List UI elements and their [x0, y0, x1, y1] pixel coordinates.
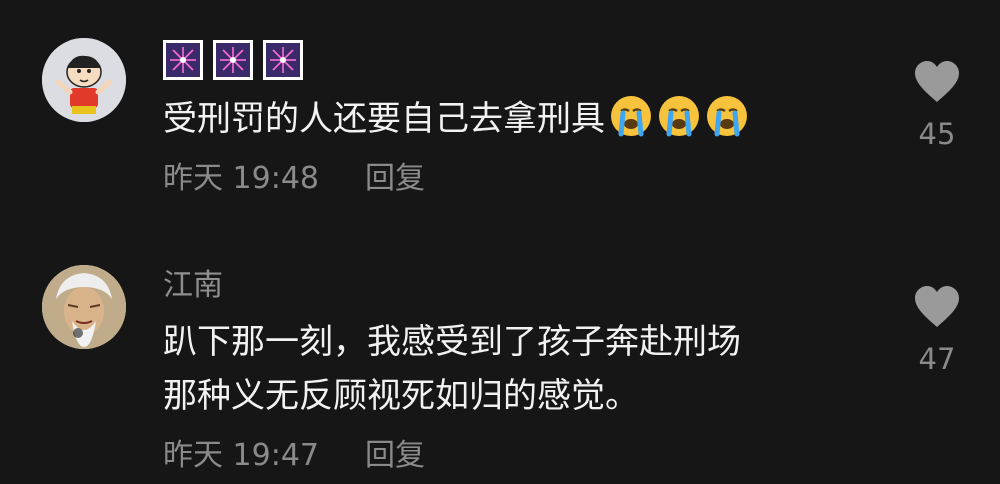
heart-icon [915, 286, 959, 327]
avatar[interactable] [42, 265, 126, 349]
comment-meta: 昨天 19:47 回复 [163, 438, 425, 474]
comment-text: 趴下那一刻，我感受到了孩子奔赴刑场 那种义无反顾视死如归的感觉。 [163, 315, 741, 423]
like-button[interactable]: 47 [905, 285, 969, 375]
comment-text-line: 趴下那一刻，我感受到了孩子奔赴刑场 [163, 322, 741, 362]
comment-item: 江南 趴下那一刻，我感受到了孩子奔赴刑场 那种义无反顾视死如归的感觉。 昨天 1… [0, 0, 1000, 484]
like-count: 47 [918, 342, 956, 376]
comment-author[interactable]: 江南 [163, 268, 223, 308]
reply-button[interactable]: 回复 [365, 438, 425, 474]
comment-timestamp: 昨天 19:47 [163, 438, 319, 473]
comment-text-line: 那种义无反顾视死如归的感觉。 [163, 376, 639, 416]
old-man-avatar-icon [42, 265, 126, 349]
